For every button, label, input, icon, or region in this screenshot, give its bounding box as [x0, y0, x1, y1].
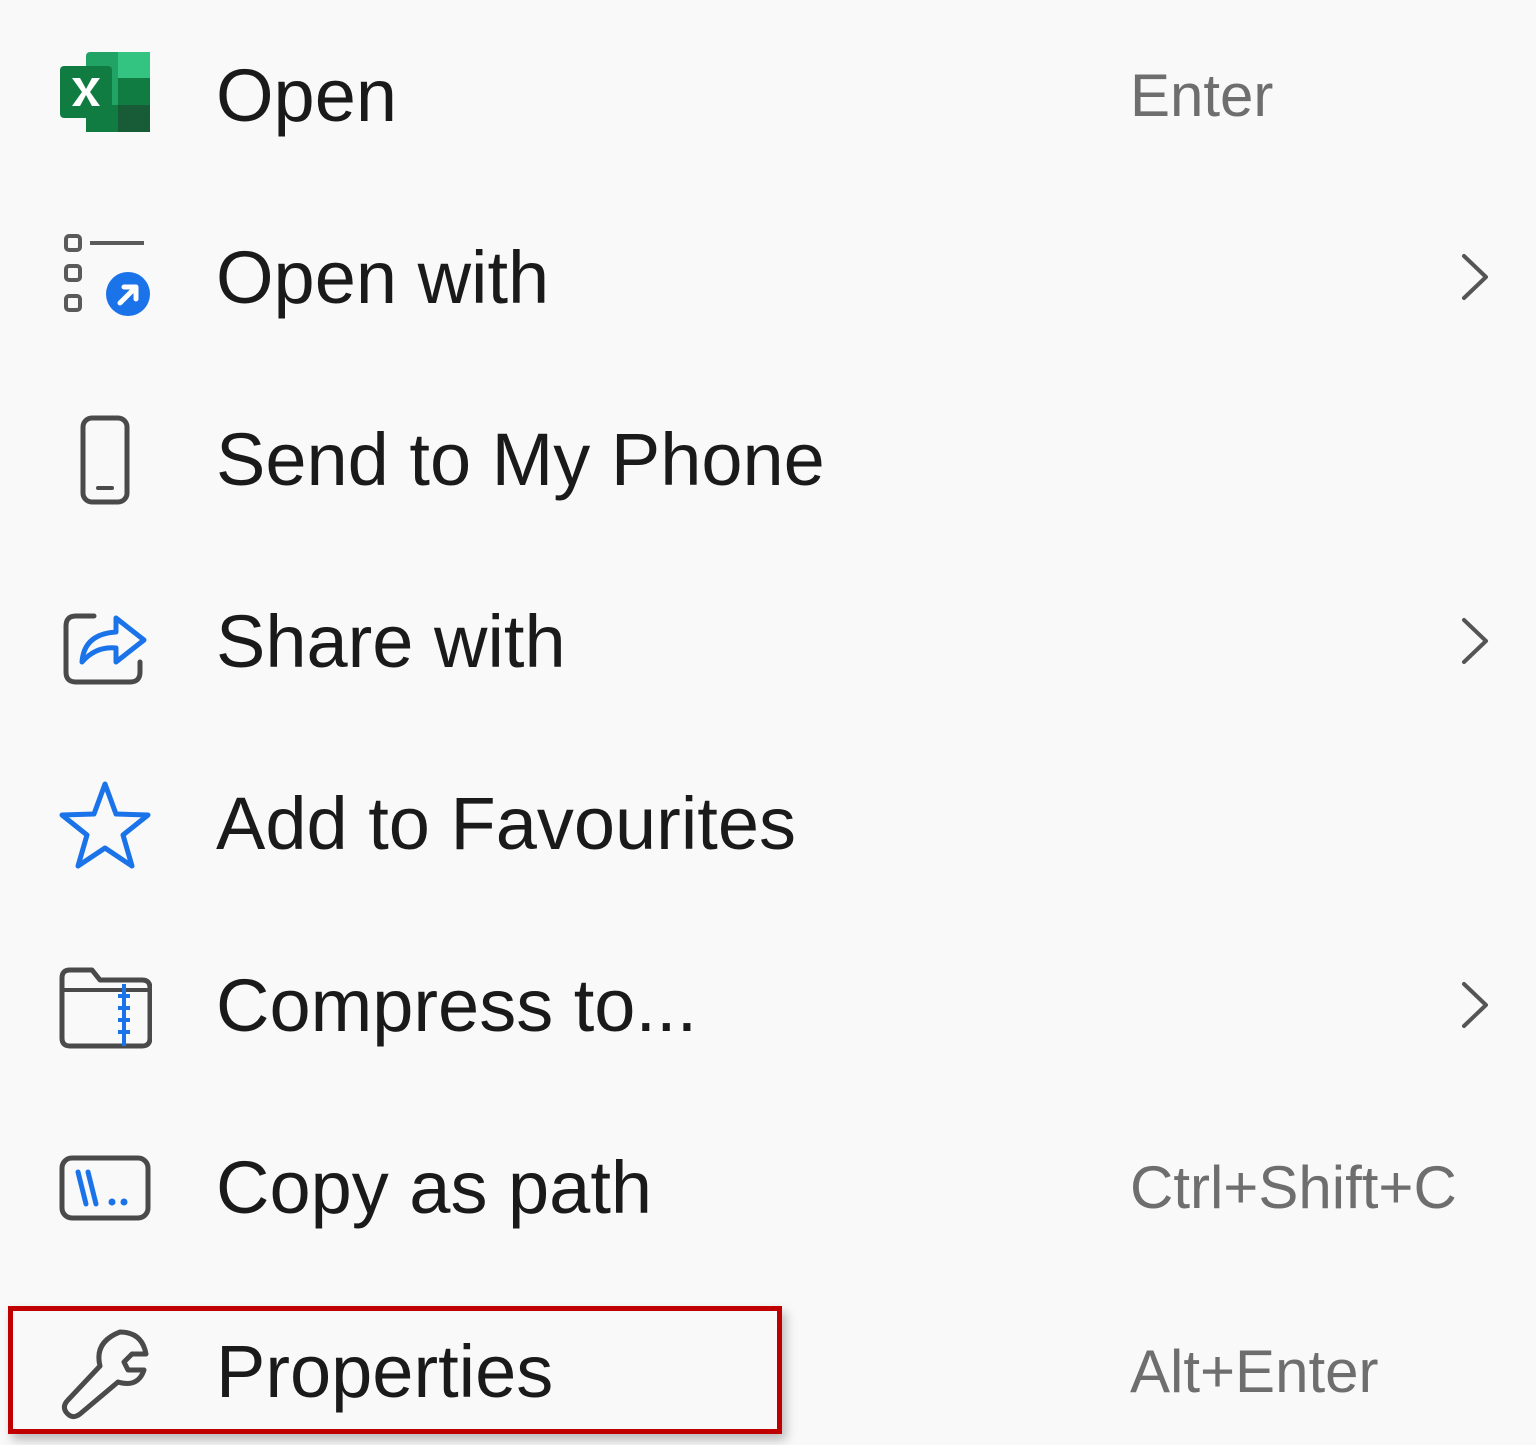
zip-folder-icon — [58, 960, 152, 1054]
shortcut-text: Enter — [1130, 62, 1274, 129]
open-with-icon — [58, 232, 152, 326]
menu-item-compress-to[interactable]: Compress to... — [0, 910, 1536, 1070]
copy-path-icon — [58, 1142, 152, 1236]
menu-item-open[interactable]: Open Enter — [0, 0, 1536, 160]
phone-icon — [58, 414, 152, 508]
menu-item-label: Add to Favourites — [216, 782, 796, 865]
excel-icon — [58, 50, 152, 144]
menu-item-label: Copy as path — [216, 1146, 653, 1229]
share-icon — [58, 596, 152, 690]
shortcut-text: Ctrl+Shift+C — [1130, 1154, 1457, 1221]
menu-item-open-with[interactable]: Open with — [0, 182, 1536, 342]
star-icon — [58, 778, 152, 872]
wrench-icon — [58, 1326, 152, 1420]
chevron-right-icon — [1448, 978, 1502, 1032]
menu-item-properties[interactable]: Properties Alt+Enter — [0, 1276, 1536, 1436]
menu-item-label: Share with — [216, 600, 566, 683]
context-menu: Open Enter Open with Send to My Phone Sh… — [0, 0, 1536, 1445]
menu-item-copy-as-path[interactable]: Copy as path Ctrl+Shift+C — [0, 1092, 1536, 1252]
shortcut-text: Alt+Enter — [1130, 1338, 1379, 1405]
menu-item-send-to-phone[interactable]: Send to My Phone — [0, 364, 1536, 524]
menu-item-label: Open — [216, 54, 398, 137]
menu-item-share-with[interactable]: Share with — [0, 546, 1536, 706]
menu-item-label: Compress to... — [216, 964, 698, 1047]
menu-item-label: Send to My Phone — [216, 418, 825, 501]
chevron-right-icon — [1448, 614, 1502, 668]
chevron-right-icon — [1448, 250, 1502, 304]
menu-item-label: Open with — [216, 236, 550, 319]
menu-item-add-to-favourites[interactable]: Add to Favourites — [0, 728, 1536, 888]
menu-item-label: Properties — [216, 1330, 554, 1413]
